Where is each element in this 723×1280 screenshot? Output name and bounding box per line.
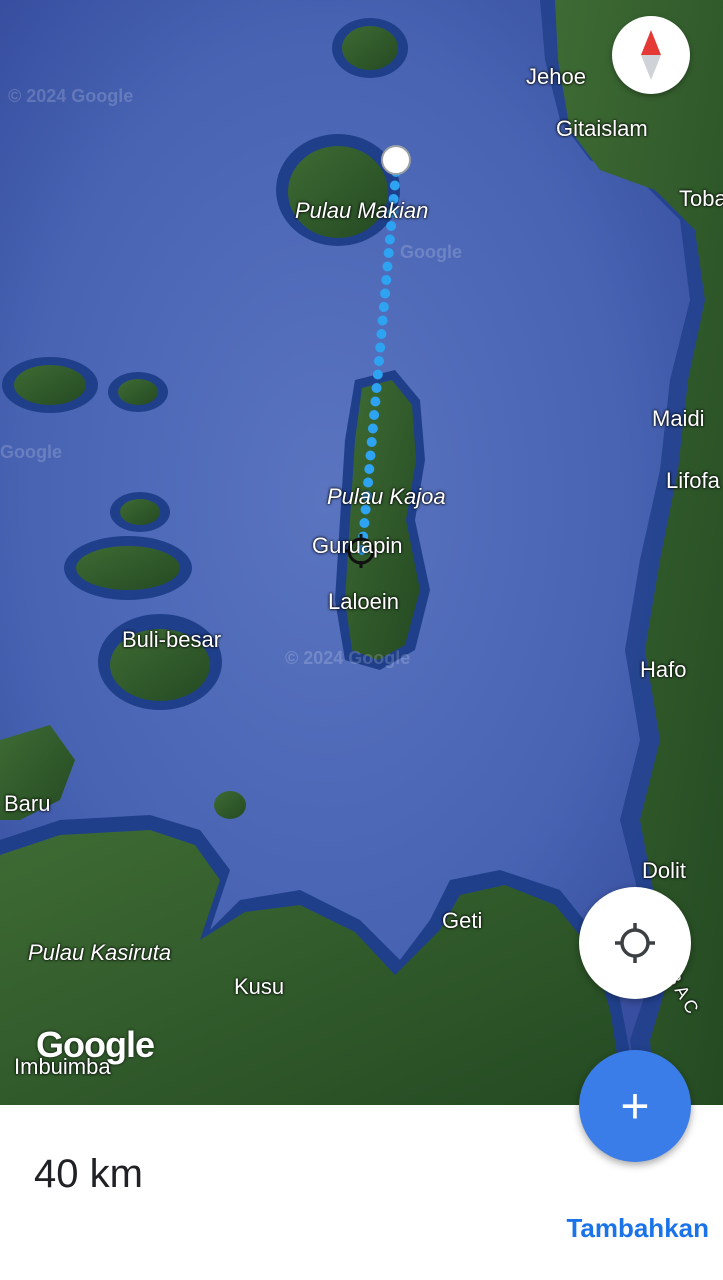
place-label: Jehoe	[526, 64, 586, 89]
place-label: Geti	[442, 908, 483, 933]
measured-distance: 40 km	[34, 1152, 143, 1196]
measure-dot	[369, 410, 380, 420]
place-label: Baru	[4, 791, 51, 816]
place-label: Gitaislam	[556, 116, 648, 141]
measure-dot	[377, 315, 388, 326]
place-label: Dolit	[642, 858, 687, 883]
measure-dot	[372, 369, 383, 380]
place-label: Lifofa	[666, 468, 720, 493]
plus-icon: +	[620, 1078, 650, 1134]
my-location-button[interactable]	[579, 887, 691, 999]
measure-dot	[365, 450, 376, 461]
measure-dot	[366, 437, 377, 447]
compass-icon	[641, 30, 661, 80]
place-label: Guruapin	[312, 533, 403, 558]
compass-button[interactable]	[612, 16, 690, 94]
google-logo: Google	[36, 1024, 155, 1065]
measure-dot	[381, 275, 392, 285]
measure-dot	[380, 288, 391, 299]
add-point-button[interactable]: +	[579, 1050, 691, 1162]
place-label: Buli-besar	[122, 627, 222, 652]
island-label: Pulau Kajoa	[327, 484, 446, 509]
satellite-map[interactable]: © 2024 Google © 2024 Google Google Googl…	[0, 0, 723, 1105]
island-label: Pulau Kasiruta	[28, 940, 172, 965]
place-label: Hafo	[640, 657, 687, 682]
add-button[interactable]: Tambahkan	[566, 1213, 709, 1244]
measure-dot	[389, 180, 400, 191]
place-label: Toba	[679, 186, 723, 211]
measure-dot	[378, 302, 389, 312]
measure-dot	[375, 342, 386, 353]
my-location-icon	[615, 923, 655, 963]
measure-dot	[370, 396, 381, 407]
measure-dot	[364, 464, 375, 474]
measure-dot	[383, 248, 394, 258]
measure-dot	[384, 234, 395, 245]
measure-dot	[376, 329, 387, 339]
place-label: Laloein	[328, 589, 399, 614]
island-label: Pulau Makian	[295, 198, 429, 223]
measure-dot	[374, 356, 384, 366]
measure-dot	[367, 423, 378, 434]
measure-start-point[interactable]	[381, 145, 411, 175]
measure-dot	[359, 518, 370, 528]
place-label: Maidi	[652, 406, 705, 431]
place-label: Kusu	[234, 974, 285, 999]
measure-dot	[382, 261, 393, 272]
measure-dot	[371, 383, 382, 393]
